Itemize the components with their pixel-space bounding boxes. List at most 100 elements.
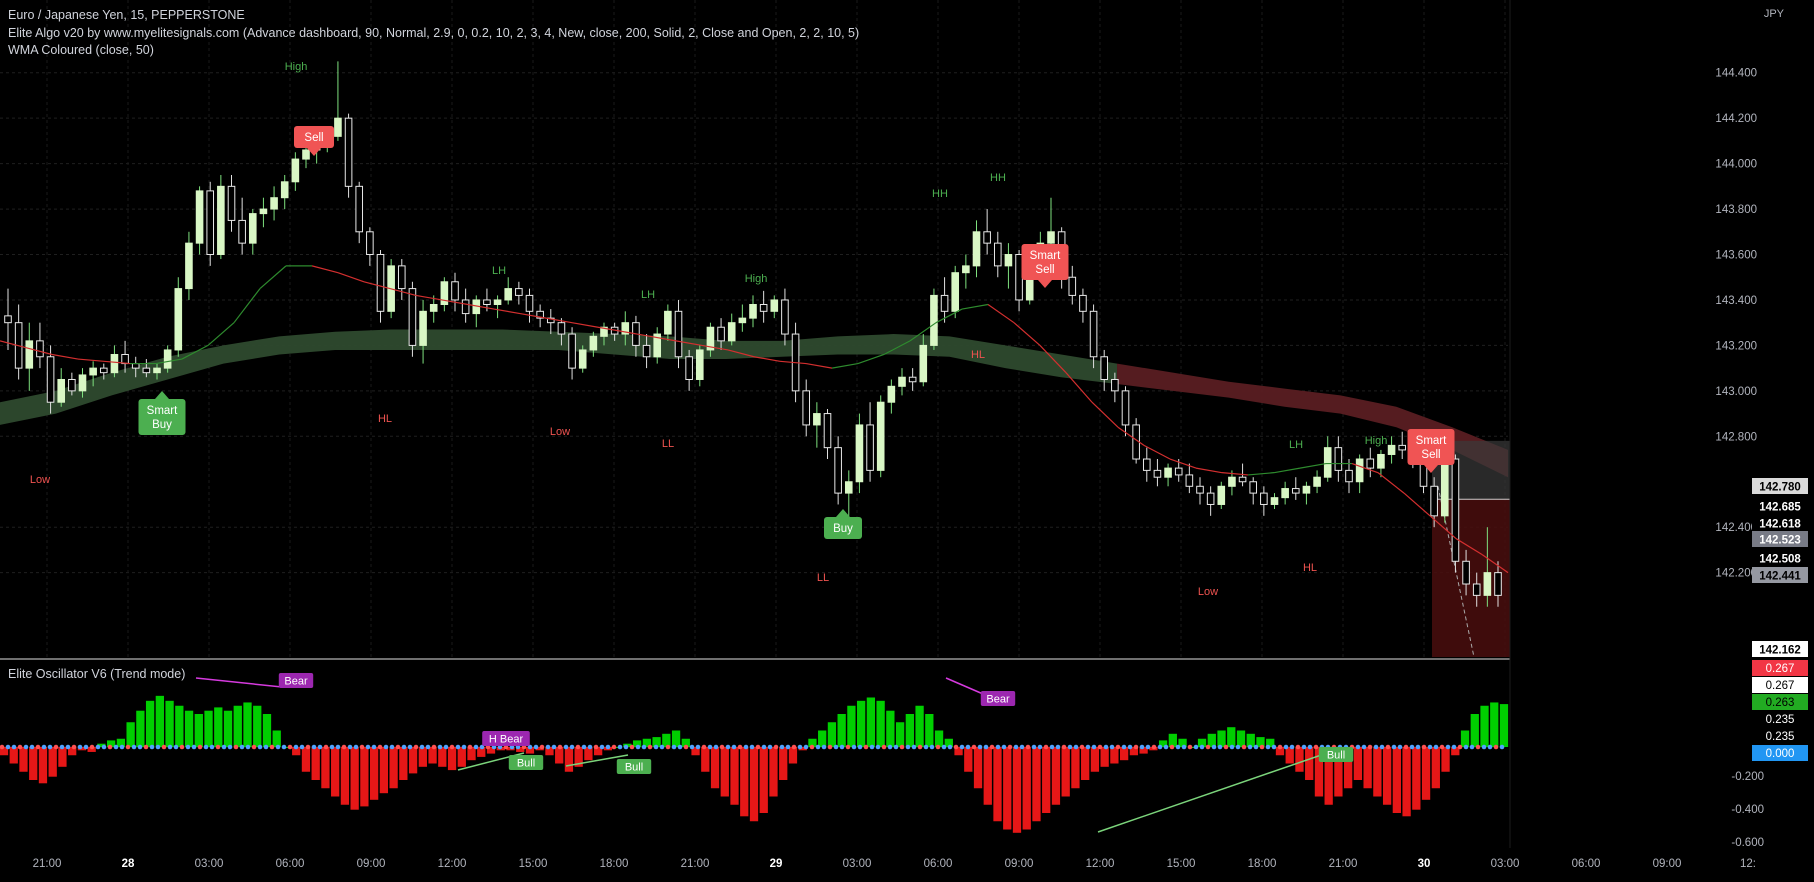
oscillator-zero-dot xyxy=(881,744,887,750)
oscillator-zero-dot xyxy=(545,744,551,750)
candle xyxy=(1291,488,1300,494)
price-tick-label: 143.200 xyxy=(1715,340,1757,352)
oscillator-zero-dot xyxy=(1265,744,1271,750)
oscillator-zero-dot xyxy=(947,744,953,750)
oscillator-zero-dot xyxy=(167,744,173,750)
wma-segment xyxy=(1403,492,1431,517)
oscillator-zero-dot xyxy=(605,744,611,750)
oscillator-zero-dot xyxy=(629,744,635,750)
oscillator-zero-dot xyxy=(857,744,863,750)
candle xyxy=(1142,458,1151,471)
wma-segment xyxy=(857,353,885,365)
indicator-legend-elite-algo[interactable]: Elite Algo v20 by www.myelitesignals.com… xyxy=(8,26,859,40)
candle xyxy=(1228,476,1236,487)
candle xyxy=(4,315,12,324)
oscillator-zero-dot xyxy=(1061,744,1067,750)
oscillator-label: Bear xyxy=(986,694,1010,706)
candle xyxy=(515,288,523,296)
oscillator-zero-dot xyxy=(593,744,599,750)
oscillator-zero-dot xyxy=(749,744,755,750)
oscillator-title[interactable]: Elite Oscillator V6 (Trend mode) xyxy=(8,667,185,681)
oscillator-zero-dot xyxy=(617,744,623,750)
candle xyxy=(695,349,704,380)
oscillator-zero-dot xyxy=(779,744,785,750)
oscillator-zero-dot xyxy=(1307,744,1313,750)
oscillator-zero-dot xyxy=(47,744,53,750)
oscillator-zero-dot xyxy=(377,744,383,750)
price-tick-label: 144.200 xyxy=(1715,113,1757,125)
oscillator-bar xyxy=(379,747,389,794)
time-tick-label: 06:00 xyxy=(1572,858,1601,870)
oscillator-zero-dot xyxy=(1427,744,1433,750)
candle xyxy=(1004,254,1013,267)
wma-segment xyxy=(337,272,365,283)
swing-label: Low xyxy=(1198,586,1218,598)
oscillator-bar xyxy=(1090,747,1100,772)
oscillator-zero-dot xyxy=(431,744,437,750)
candle xyxy=(781,299,789,335)
oscillator-zero-dot xyxy=(917,744,923,750)
oscillator-bar xyxy=(1236,730,1246,747)
oscillator-zero-dot xyxy=(1475,744,1481,750)
candle xyxy=(408,288,417,346)
oscillator-bar xyxy=(1431,747,1440,789)
oscillator-bar xyxy=(730,747,739,805)
candle xyxy=(259,208,268,215)
oscillator-bar xyxy=(1061,747,1070,797)
candle xyxy=(1249,481,1258,494)
swing-label: High xyxy=(285,61,308,73)
oscillator-zero-dot xyxy=(887,744,893,750)
oscillator-zero-dot xyxy=(1145,744,1151,750)
candle xyxy=(770,299,779,312)
oscillator-bar xyxy=(555,747,564,764)
candle xyxy=(504,288,513,301)
swing-label: High xyxy=(1365,435,1388,447)
oscillator-label: Bull xyxy=(1327,750,1345,762)
oscillator-zero-dot xyxy=(197,744,203,750)
oscillator-bar xyxy=(1071,747,1080,789)
oscillator-bar xyxy=(253,705,262,747)
time-tick-label: 12:00 xyxy=(438,858,467,870)
oscillator-zero-dot xyxy=(575,744,581,750)
price-tick-label: 143.400 xyxy=(1715,295,1757,307)
oscillator-bar xyxy=(408,747,418,774)
swing-label: HL xyxy=(971,349,985,361)
oscillator-zero-dot xyxy=(713,744,719,750)
oscillator-zero-dot xyxy=(623,744,629,750)
indicator-legend-wma[interactable]: WMA Coloured (close, 50) xyxy=(8,43,154,57)
candle xyxy=(940,294,949,312)
oscillator-bar xyxy=(438,747,447,767)
candle xyxy=(366,231,374,256)
oscillator-bar xyxy=(214,707,223,747)
oscillator-zero-dot xyxy=(929,744,935,750)
oscillator-zero-dot xyxy=(1439,744,1445,750)
chart-stage[interactable]: Low High HL LH Low LH LL High LL HH HH HL Low LH HL Hig… xyxy=(0,0,1814,877)
oscillator-zero-dot xyxy=(113,744,119,750)
candle xyxy=(1079,294,1087,312)
oscillator-zero-dot xyxy=(1205,744,1211,750)
wma-segment xyxy=(415,294,443,301)
oscillator-zero-dot xyxy=(371,744,377,750)
candle xyxy=(46,356,55,403)
oscillator-bar xyxy=(1373,747,1382,797)
signal-label-text: Smart xyxy=(147,405,178,417)
wma-segment xyxy=(805,362,833,369)
oscillator-zero-dot xyxy=(401,744,407,750)
candle xyxy=(461,299,470,315)
wma-segment xyxy=(935,308,963,324)
oscillator-bar xyxy=(818,730,827,747)
oscillator-zero-dot xyxy=(1121,744,1127,750)
time-tick-label: 12:00 xyxy=(1086,858,1115,870)
oscillator-zero-dot xyxy=(419,744,425,750)
price-tick-label: 142.800 xyxy=(1715,431,1757,443)
oscillator-zero-dot xyxy=(209,744,215,750)
oscillator-zero-dot xyxy=(1355,744,1361,750)
oscillator-zero-dot xyxy=(317,744,323,750)
price-badge-label: 142.162 xyxy=(1759,645,1801,657)
oscillator-zero-dot xyxy=(1403,744,1409,750)
chart-canvas[interactable]: Low High HL LH Low LH LL High LL HH HH HL Low LH HL Hig… xyxy=(0,0,1814,877)
time-tick-label: 18:00 xyxy=(600,858,629,870)
oscillator-bar xyxy=(48,747,57,777)
symbol-title[interactable]: Euro / Japanese Yen, 15, PEPPERSTONE xyxy=(8,8,245,22)
oscillator-zero-dot xyxy=(365,744,371,750)
